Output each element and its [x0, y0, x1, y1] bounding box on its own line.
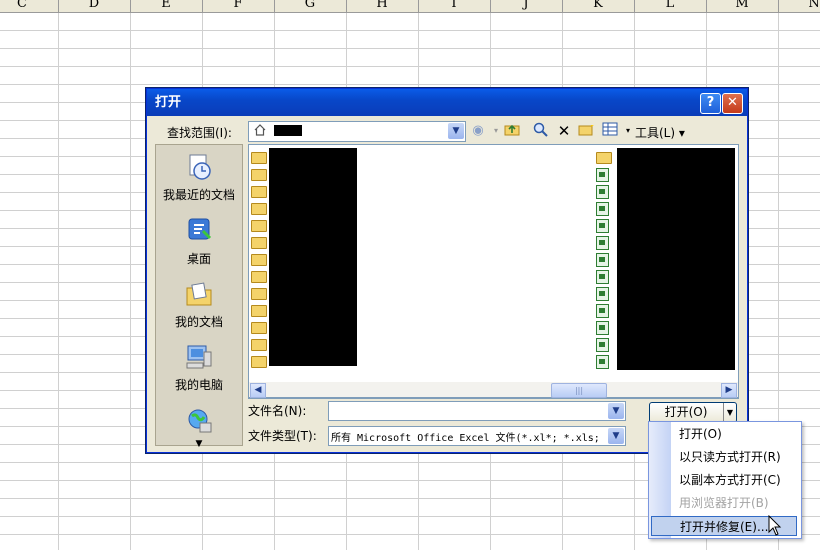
my-computer-icon [186, 345, 212, 369]
place-desktop[interactable]: 桌面 [156, 217, 242, 267]
mouse-cursor-icon [768, 515, 782, 536]
menu-item-open[interactable]: 打开(O) [679, 424, 722, 444]
horizontal-scrollbar[interactable]: ◀ ||| ▶ [248, 382, 739, 398]
place-network[interactable]: ▼ [156, 407, 242, 449]
excel-file-icon [596, 202, 609, 216]
excel-file-icon [596, 236, 609, 250]
place-label: 桌面 [186, 252, 211, 266]
recent-documents-icon [189, 154, 211, 180]
column-header[interactable]: D [58, 0, 131, 12]
excel-file-icon [596, 304, 609, 318]
file-type-value: 所有 Microsoft Office Excel 文件(*.xl*; *.xl… [331, 433, 600, 444]
chevron-down-icon[interactable]: ▼ [608, 403, 624, 419]
folder-icon [251, 203, 267, 215]
new-folder-icon[interactable] [577, 122, 595, 140]
chevron-down-icon[interactable]: ▼ [448, 123, 464, 139]
views-icon[interactable] [601, 122, 619, 140]
column-header[interactable]: J [490, 0, 563, 12]
file-type-combobox[interactable]: 所有 Microsoft Office Excel 文件(*.xl*; *.xl… [328, 426, 626, 446]
menu-item-open-as-copy[interactable]: 以副本方式打开(C) [679, 470, 781, 490]
place-label: 我最近的文档 [162, 188, 235, 202]
folder-icon [251, 356, 267, 368]
menu-item-open-in-browser: 用浏览器打开(B) [679, 496, 769, 510]
place-label: 我的文档 [174, 315, 223, 329]
search-web-icon[interactable] [531, 122, 549, 140]
home-folder-icon [254, 124, 266, 136]
column-header[interactable]: G [274, 0, 347, 12]
excel-file-icon [596, 168, 609, 182]
folder-icon [596, 152, 612, 164]
excel-file-icon [596, 355, 609, 369]
column-header[interactable]: H [346, 0, 419, 12]
look-in-dropdown[interactable]: ▼ [248, 121, 466, 142]
column-header[interactable]: I [418, 0, 491, 12]
look-in-label: 查找范围(I): [167, 126, 232, 140]
network-places-icon [188, 409, 212, 433]
delete-icon[interactable]: ✕ [555, 122, 573, 140]
open-file-dialog: 打开 ? ✕ 查找范围(I): ▼ ◉ ▾ ✕ ▾ 工具(L) ▾ 我最近的文档… [146, 88, 748, 453]
dialog-title: 打开 [155, 95, 182, 110]
tools-menu[interactable]: 工具(L) ▾ [635, 124, 685, 141]
excel-file-icon [596, 287, 609, 301]
folder-icon [251, 271, 267, 283]
open-options-arrow-icon[interactable]: ▼ [723, 403, 736, 422]
redacted-names [617, 148, 735, 370]
column-header[interactable]: F [202, 0, 275, 12]
folder-icon [251, 220, 267, 232]
excel-file-icon [596, 321, 609, 335]
excel-file-icon [596, 270, 609, 284]
place-label: 我的电脑 [174, 378, 223, 392]
open-button[interactable]: 打开(O) [650, 403, 722, 422]
column-header[interactable]: L [634, 0, 707, 12]
redacted-folder-name [274, 125, 302, 136]
excel-file-icon [596, 338, 609, 352]
column-header[interactable]: K [562, 0, 635, 12]
column-header[interactable]: N [778, 0, 820, 12]
menu-item-open-read-only[interactable]: 以只读方式打开(R) [679, 447, 781, 467]
folder-icon [251, 288, 267, 300]
chevron-down-icon[interactable]: ▼ [608, 428, 624, 444]
folder-icon [251, 152, 267, 164]
close-button[interactable]: ✕ [722, 93, 743, 114]
back-icon[interactable]: ◉ [469, 122, 487, 140]
excel-file-icon [596, 185, 609, 199]
redacted-names [269, 148, 357, 366]
scroll-thumb[interactable]: ||| [551, 383, 607, 398]
column-header[interactable]: M [706, 0, 779, 12]
folder-icon [251, 254, 267, 266]
folder-icon [251, 339, 267, 351]
column-header[interactable]: E [130, 0, 203, 12]
folder-icon [251, 322, 267, 334]
excel-file-icon [596, 219, 609, 233]
file-name-combobox[interactable]: ▼ [328, 401, 626, 421]
folder-icon [251, 237, 267, 249]
desktop-icon [188, 218, 212, 240]
place-my-documents[interactable]: 我的文档 [156, 280, 242, 330]
open-split-button[interactable]: 打开(O) ▼ [649, 402, 737, 423]
column-headers: C D E F G H I J K L M N [0, 0, 820, 13]
place-my-computer[interactable]: 我的电脑 [156, 343, 242, 393]
places-bar: 我最近的文档 桌面 我的文档 我的电脑 ▼ [155, 144, 243, 449]
dialog-titlebar[interactable]: 打开 ? ✕ [147, 89, 747, 116]
folder-icon [251, 305, 267, 317]
up-folder-icon[interactable] [503, 122, 521, 140]
my-documents-icon [186, 282, 212, 306]
scroll-right-icon[interactable]: ▶ [721, 383, 737, 398]
folder-icon [251, 186, 267, 198]
place-recent-documents[interactable]: 我最近的文档 [156, 153, 242, 203]
scroll-down-icon[interactable]: ▼ [156, 440, 242, 449]
file-type-label: 文件类型(T): [248, 429, 317, 443]
file-name-label: 文件名(N): [248, 404, 307, 418]
excel-file-icon [596, 253, 609, 267]
file-list[interactable] [248, 144, 739, 399]
column-header[interactable]: C [0, 0, 59, 12]
folder-icon [251, 169, 267, 181]
help-button[interactable]: ? [700, 93, 721, 114]
scroll-left-icon[interactable]: ◀ [250, 383, 266, 398]
